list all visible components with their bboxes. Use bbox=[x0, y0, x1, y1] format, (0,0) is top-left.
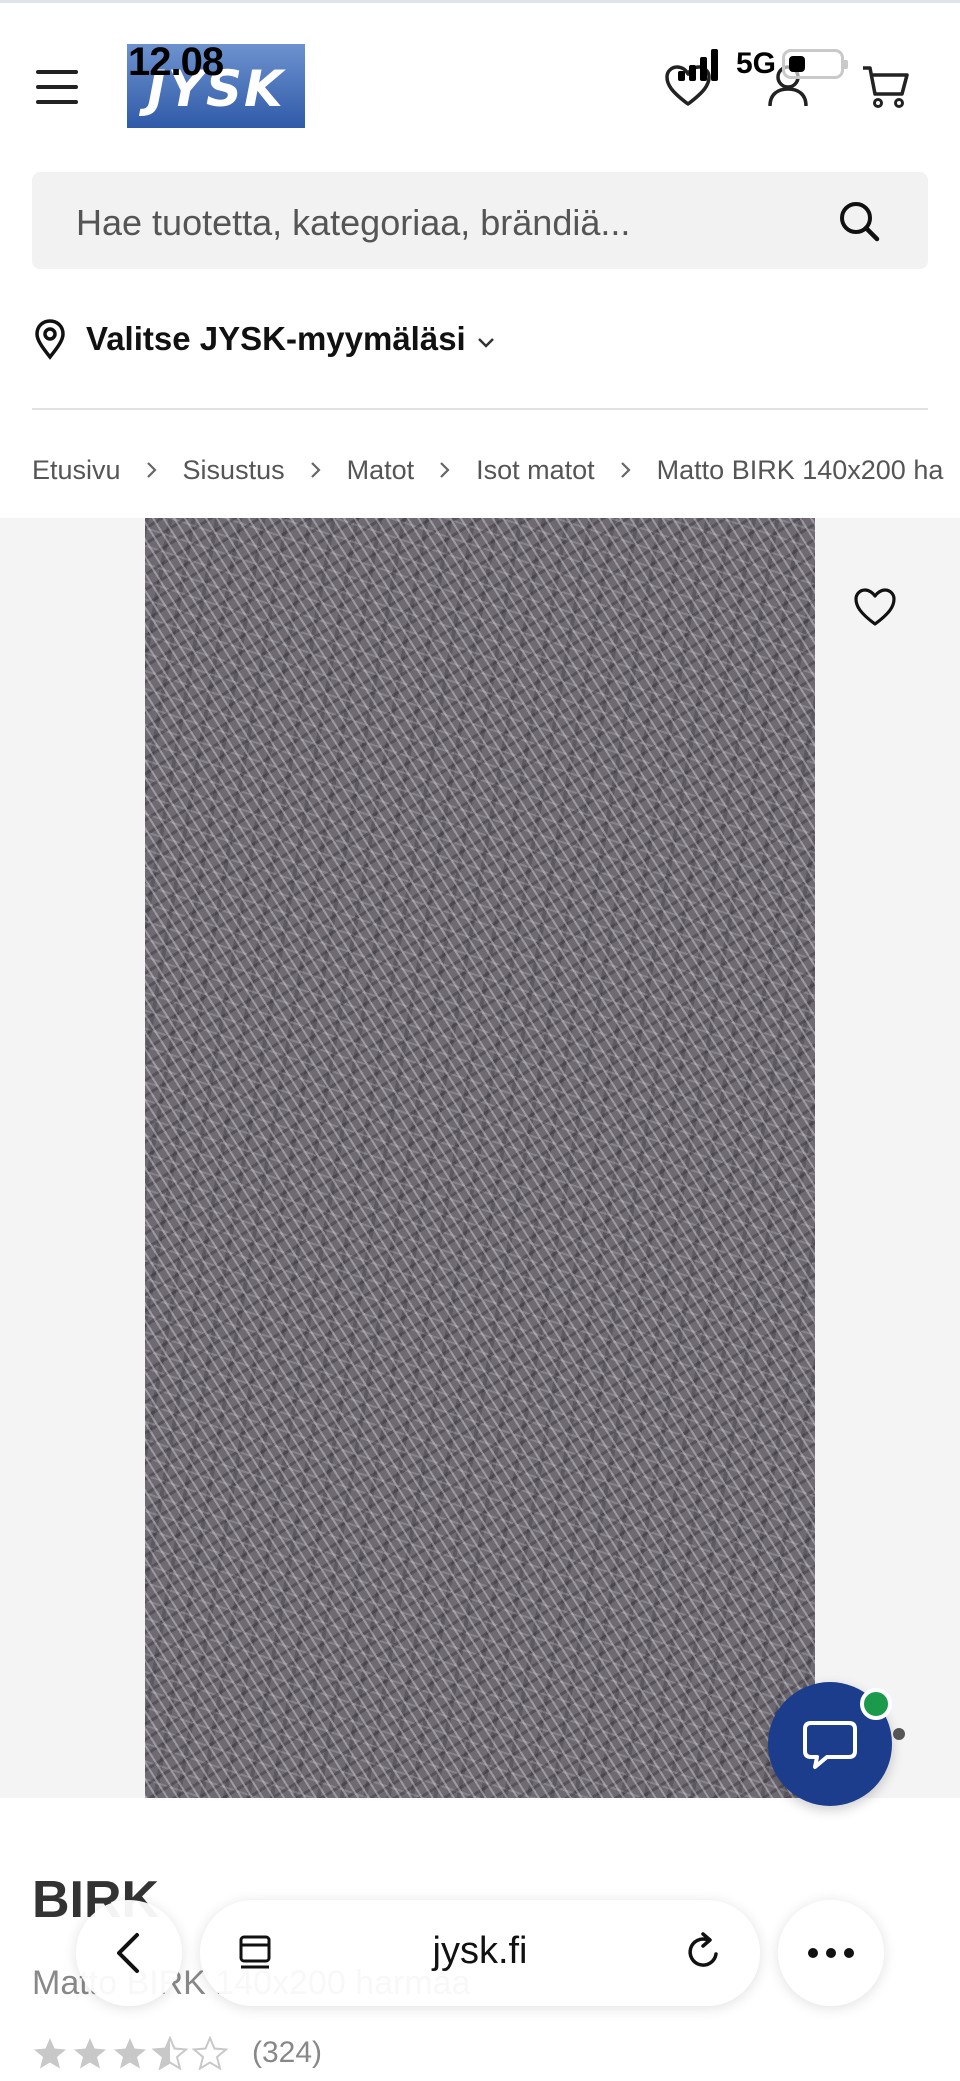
breadcrumb-item-matot[interactable]: Matot bbox=[347, 455, 415, 486]
star-filled-icon bbox=[34, 2038, 66, 2069]
chat-bubble-icon bbox=[803, 1721, 857, 1769]
chevron-right-icon bbox=[310, 462, 321, 478]
chevron-right-icon bbox=[146, 462, 157, 478]
search-icon[interactable] bbox=[836, 198, 882, 244]
network-type: 5G bbox=[736, 47, 777, 80]
breadcrumb: Etusivu Sisustus Matot Isot matot Matto … bbox=[32, 450, 943, 490]
status-time: 12.08 bbox=[128, 40, 224, 84]
chevron-down-icon bbox=[477, 338, 494, 348]
browser-more-options-icon[interactable] bbox=[778, 1900, 884, 2006]
star-filled-icon bbox=[114, 2038, 146, 2069]
review-count: (324) bbox=[252, 2036, 323, 2069]
shopping-cart-icon[interactable] bbox=[860, 60, 912, 112]
product-rating[interactable]: (324) bbox=[32, 2036, 322, 2070]
gallery-side-dot bbox=[893, 1728, 905, 1740]
breadcrumb-item-etusivu[interactable]: Etusivu bbox=[32, 455, 121, 486]
store-selector-label: Valitse JYSK-myymäläsi bbox=[86, 320, 466, 357]
signal-strength-icon bbox=[678, 47, 718, 81]
header-divider bbox=[32, 408, 928, 410]
product-image-gallery[interactable] bbox=[0, 518, 960, 1798]
chat-online-indicator bbox=[860, 1688, 892, 1720]
chevron-right-icon bbox=[440, 462, 450, 478]
search-input[interactable]: Hae tuotetta, kategoriaa, brändiä... bbox=[76, 202, 630, 244]
search-bar[interactable]: Hae tuotetta, kategoriaa, brändiä... bbox=[32, 172, 928, 269]
chevron-left-icon bbox=[117, 1933, 139, 1973]
breadcrumb-item-current: Matto BIRK 140x200 ha bbox=[656, 454, 944, 485]
browser-back-button[interactable] bbox=[76, 1900, 182, 2006]
add-to-wishlist-heart-icon[interactable] bbox=[852, 584, 898, 630]
battery-icon bbox=[782, 49, 849, 79]
star-empty-icon bbox=[192, 2036, 228, 2070]
store-selector[interactable]: Valitse JYSK-myymäläsi bbox=[32, 314, 496, 364]
location-pin-icon bbox=[35, 319, 65, 360]
status-indicators: 5G bbox=[678, 44, 849, 84]
chevron-right-icon bbox=[620, 462, 631, 478]
star-filled-icon bbox=[74, 2038, 106, 2069]
breadcrumb-item-isot-matot[interactable]: Isot matot bbox=[476, 455, 595, 486]
product-image[interactable] bbox=[145, 518, 815, 1798]
star-half-icon bbox=[152, 2036, 188, 2070]
browser-url[interactable]: jysk.fi bbox=[200, 1930, 760, 1973]
browser-address-bar[interactable]: jysk.fi bbox=[200, 1900, 760, 2006]
hamburger-menu-icon[interactable] bbox=[36, 70, 78, 104]
breadcrumb-item-sisustus[interactable]: Sisustus bbox=[183, 455, 285, 486]
reload-icon[interactable] bbox=[682, 1930, 726, 1974]
